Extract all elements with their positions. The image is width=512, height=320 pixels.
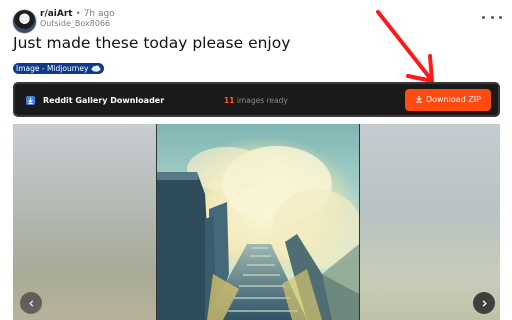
more-dot: [490, 15, 494, 19]
next-image-button[interactable]: [473, 292, 495, 314]
download-zip-button[interactable]: Download ZIP: [405, 89, 491, 111]
images-ready-label: images ready: [236, 96, 288, 105]
meta-separator: •: [75, 9, 81, 19]
more-dot: [499, 15, 502, 19]
image-gallery: [13, 124, 500, 320]
subreddit-avatar[interactable]: [12, 9, 37, 34]
flair-emoji-icon: [91, 65, 101, 72]
more-dot: [482, 15, 485, 19]
subreddit-link[interactable]: r/aiArt: [40, 9, 73, 19]
gallery-image[interactable]: [156, 124, 360, 320]
post-title[interactable]: Just made these today please enjoy: [13, 33, 290, 53]
download-icon: [26, 96, 35, 105]
flair-label: Image - Midjourney: [16, 64, 89, 73]
more-options-button[interactable]: [482, 10, 502, 24]
annotation-arrow-icon: [376, 10, 434, 83]
post-author[interactable]: Outside_Box8066: [40, 19, 110, 29]
image-count: 11: [224, 96, 235, 105]
images-ready-status: 11 images ready: [224, 95, 288, 106]
previous-image-button[interactable]: [20, 292, 42, 314]
gallery-blur-right: [357, 124, 500, 320]
download-icon: [416, 95, 422, 103]
stairway-artwork: [157, 124, 359, 320]
gallery-blur-left: [13, 124, 156, 320]
chevron-right-icon: [482, 299, 487, 307]
download-zip-label: Download ZIP: [426, 95, 481, 104]
gallery-downloader-bar: Reddit Gallery Downloader 11 images read…: [13, 82, 500, 117]
extension-name: Reddit Gallery Downloader: [43, 96, 165, 105]
post-flair[interactable]: Image - Midjourney: [13, 63, 105, 74]
post-time: 7h ago: [83, 9, 115, 19]
chevron-left-icon: [28, 299, 33, 307]
